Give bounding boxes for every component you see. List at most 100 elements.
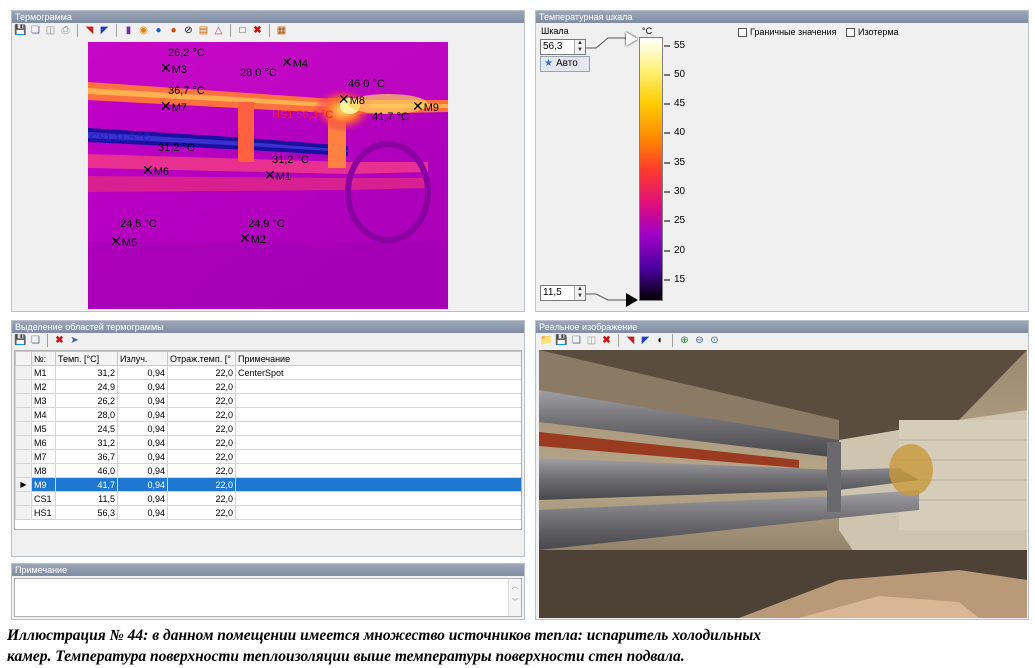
flip-vertical-icon[interactable]: ◤ (639, 334, 652, 347)
contrast-icon[interactable]: ◐ (654, 334, 667, 347)
table-row[interactable]: M7 36,7 0,94 22,0 (15, 449, 521, 464)
hotspot-icon[interactable]: ● (167, 24, 180, 37)
thermal-image[interactable]: 26,2 °C ✕M3 28,0 °C ✕M4 36,7 °C ✕M7 46,0… (88, 42, 448, 309)
checkbox-box[interactable] (846, 27, 855, 37)
flip-horizontal-icon[interactable]: ◥ (83, 24, 96, 37)
cell-reflected-temp[interactable]: 22,0 (167, 505, 236, 520)
real-photo[interactable] (539, 350, 1027, 618)
save-icon[interactable]: 💾 (14, 334, 27, 347)
table-row[interactable]: HS1 56,3 0,94 22,0 (15, 505, 521, 520)
marker-m1[interactable]: 31,2 °C ✕M1 (264, 154, 309, 183)
table-row[interactable]: M1 31,2 0,94 22,0 CenterSpot (15, 365, 521, 380)
cell-temp[interactable]: 41,7 (55, 477, 118, 492)
cell-note[interactable] (235, 435, 521, 450)
cell-note[interactable] (235, 449, 521, 464)
scale-min-input[interactable]: 11,5 ▲ ▼ (540, 285, 586, 301)
marker-m2[interactable]: 24,9 °C ✕M2 (239, 218, 285, 246)
cell-temp[interactable]: 56,3 (55, 505, 118, 520)
cell-emissivity[interactable]: 0,94 (117, 407, 168, 422)
cell-reflected-temp[interactable]: 22,0 (167, 421, 236, 436)
marker-m8[interactable]: 46,0 °C ✕M8 (338, 78, 385, 107)
cell-reflected-temp[interactable]: 22,0 (167, 435, 236, 450)
note-textarea[interactable]: ︿ ﹀ (14, 578, 522, 617)
table-row[interactable]: CS1 11,5 0,94 22,0 (15, 491, 521, 506)
delete-icon[interactable]: ✖ (600, 334, 613, 347)
no-entry-icon[interactable]: ⊘ (182, 24, 195, 37)
open-folder-icon[interactable]: 📁 (540, 334, 553, 347)
cell-id[interactable]: HS1 (31, 505, 56, 520)
table-row[interactable]: M3 26,2 0,94 22,0 (15, 393, 521, 408)
cell-temp[interactable]: 28,0 (55, 407, 118, 422)
cell-note[interactable] (235, 505, 521, 520)
cell-reflected-temp[interactable]: 22,0 (167, 379, 236, 394)
cell-reflected-temp[interactable]: 22,0 (167, 477, 236, 492)
marker-m9[interactable]: 41,7 °C ✕M9 (372, 99, 439, 123)
flip-horizontal-icon[interactable]: ◥ (624, 334, 637, 347)
flip-vertical-icon[interactable]: ◤ (98, 24, 111, 37)
cell-temp[interactable]: 11,5 (55, 491, 118, 506)
cell-note[interactable] (235, 421, 521, 436)
grid-icon[interactable]: ▦ (275, 24, 288, 37)
print-icon[interactable]: ⎙ (59, 24, 72, 37)
cell-emissivity[interactable]: 0,94 (117, 435, 168, 450)
marker-m7[interactable]: 36,7 °C ✕M7 (160, 85, 205, 114)
cell-note[interactable] (235, 477, 521, 492)
column-header-temp[interactable]: Темп. [°C] (55, 351, 118, 366)
cell-emissivity[interactable]: 0,94 (117, 365, 168, 380)
cell-id[interactable]: M5 (31, 421, 56, 436)
cell-emissivity[interactable]: 0,94 (117, 393, 168, 408)
cell-id[interactable]: M2 (31, 379, 56, 394)
cell-emissivity[interactable]: 0,94 (117, 449, 168, 464)
cell-temp[interactable]: 46,0 (55, 463, 118, 478)
boundary-values-checkbox[interactable]: Граничные значения (738, 27, 836, 37)
cell-note[interactable] (235, 463, 521, 478)
cell-emissivity[interactable]: 0,94 (117, 477, 168, 492)
histogram-icon[interactable]: ▤ (197, 24, 210, 37)
cell-note[interactable] (235, 393, 521, 408)
zoom-out-icon[interactable]: ⊖ (693, 334, 706, 347)
cell-temp[interactable]: 24,9 (55, 379, 118, 394)
thermometer-icon[interactable]: ▮ (122, 24, 135, 37)
save-icon[interactable]: 💾 (14, 24, 27, 37)
delete-icon[interactable]: ✖ (53, 334, 66, 347)
cell-temp[interactable]: 31,2 (55, 365, 118, 380)
cell-reflected-temp[interactable]: 22,0 (167, 365, 236, 380)
cell-reflected-temp[interactable]: 22,0 (167, 449, 236, 464)
marker-m4[interactable]: 28,0 °C ✕M4 (240, 55, 308, 79)
spinner-arrows-icon[interactable]: ▲ ▼ (574, 286, 585, 300)
column-header-reflected-temp[interactable]: Отраж.темп. [° (167, 351, 236, 366)
spinner-arrows-icon[interactable]: ▲ ▼ (574, 40, 585, 54)
coldspot-icon[interactable]: ● (152, 24, 165, 37)
cell-id[interactable]: M1 (31, 365, 56, 380)
table-row[interactable]: M8 46,0 0,94 22,0 (15, 463, 521, 478)
checkbox-box[interactable] (738, 27, 747, 37)
cell-id[interactable]: M6 (31, 435, 56, 450)
cell-temp[interactable]: 26,2 (55, 393, 118, 408)
cell-id[interactable]: M4 (31, 407, 56, 422)
hotspot-label[interactable]: HS1 56,3 °C (272, 109, 333, 121)
column-header-emissivity[interactable]: Излуч. (117, 351, 168, 366)
cell-note[interactable] (235, 379, 521, 394)
marker-m6[interactable]: 31,2 °C ✕M6 (142, 142, 195, 178)
export-icon[interactable]: ◫ (585, 334, 598, 347)
zoom-in-icon[interactable]: ⊕ (678, 334, 691, 347)
select-area-icon[interactable]: □ (236, 24, 249, 37)
table-row[interactable]: M2 24,9 0,94 22,0 (15, 379, 521, 394)
coldspot-label[interactable]: CS1 11,5 °C (90, 132, 150, 144)
profile-icon[interactable]: △ (212, 24, 225, 37)
cell-note[interactable] (235, 491, 521, 506)
copy-icon[interactable]: ❏ (29, 334, 42, 347)
cell-id[interactable]: CS1 (31, 491, 56, 506)
marker-m5[interactable]: 24,5 °C ✕M5 (110, 218, 157, 249)
table-row[interactable]: M6 31,2 0,94 22,0 (15, 435, 521, 450)
column-header-id[interactable]: №: (31, 351, 56, 366)
cell-id[interactable]: M9 (31, 477, 56, 492)
delete-icon[interactable]: ✖ (251, 24, 264, 37)
pin-icon[interactable]: ➤ (68, 334, 81, 347)
table-row[interactable]: M5 24,5 0,94 22,0 (15, 421, 521, 436)
table-row[interactable]: M4 28,0 0,94 22,0 (15, 407, 521, 422)
cell-emissivity[interactable]: 0,94 (117, 491, 168, 506)
cell-note[interactable]: CenterSpot (235, 365, 521, 380)
cell-reflected-temp[interactable]: 22,0 (167, 491, 236, 506)
cell-emissivity[interactable]: 0,94 (117, 463, 168, 478)
